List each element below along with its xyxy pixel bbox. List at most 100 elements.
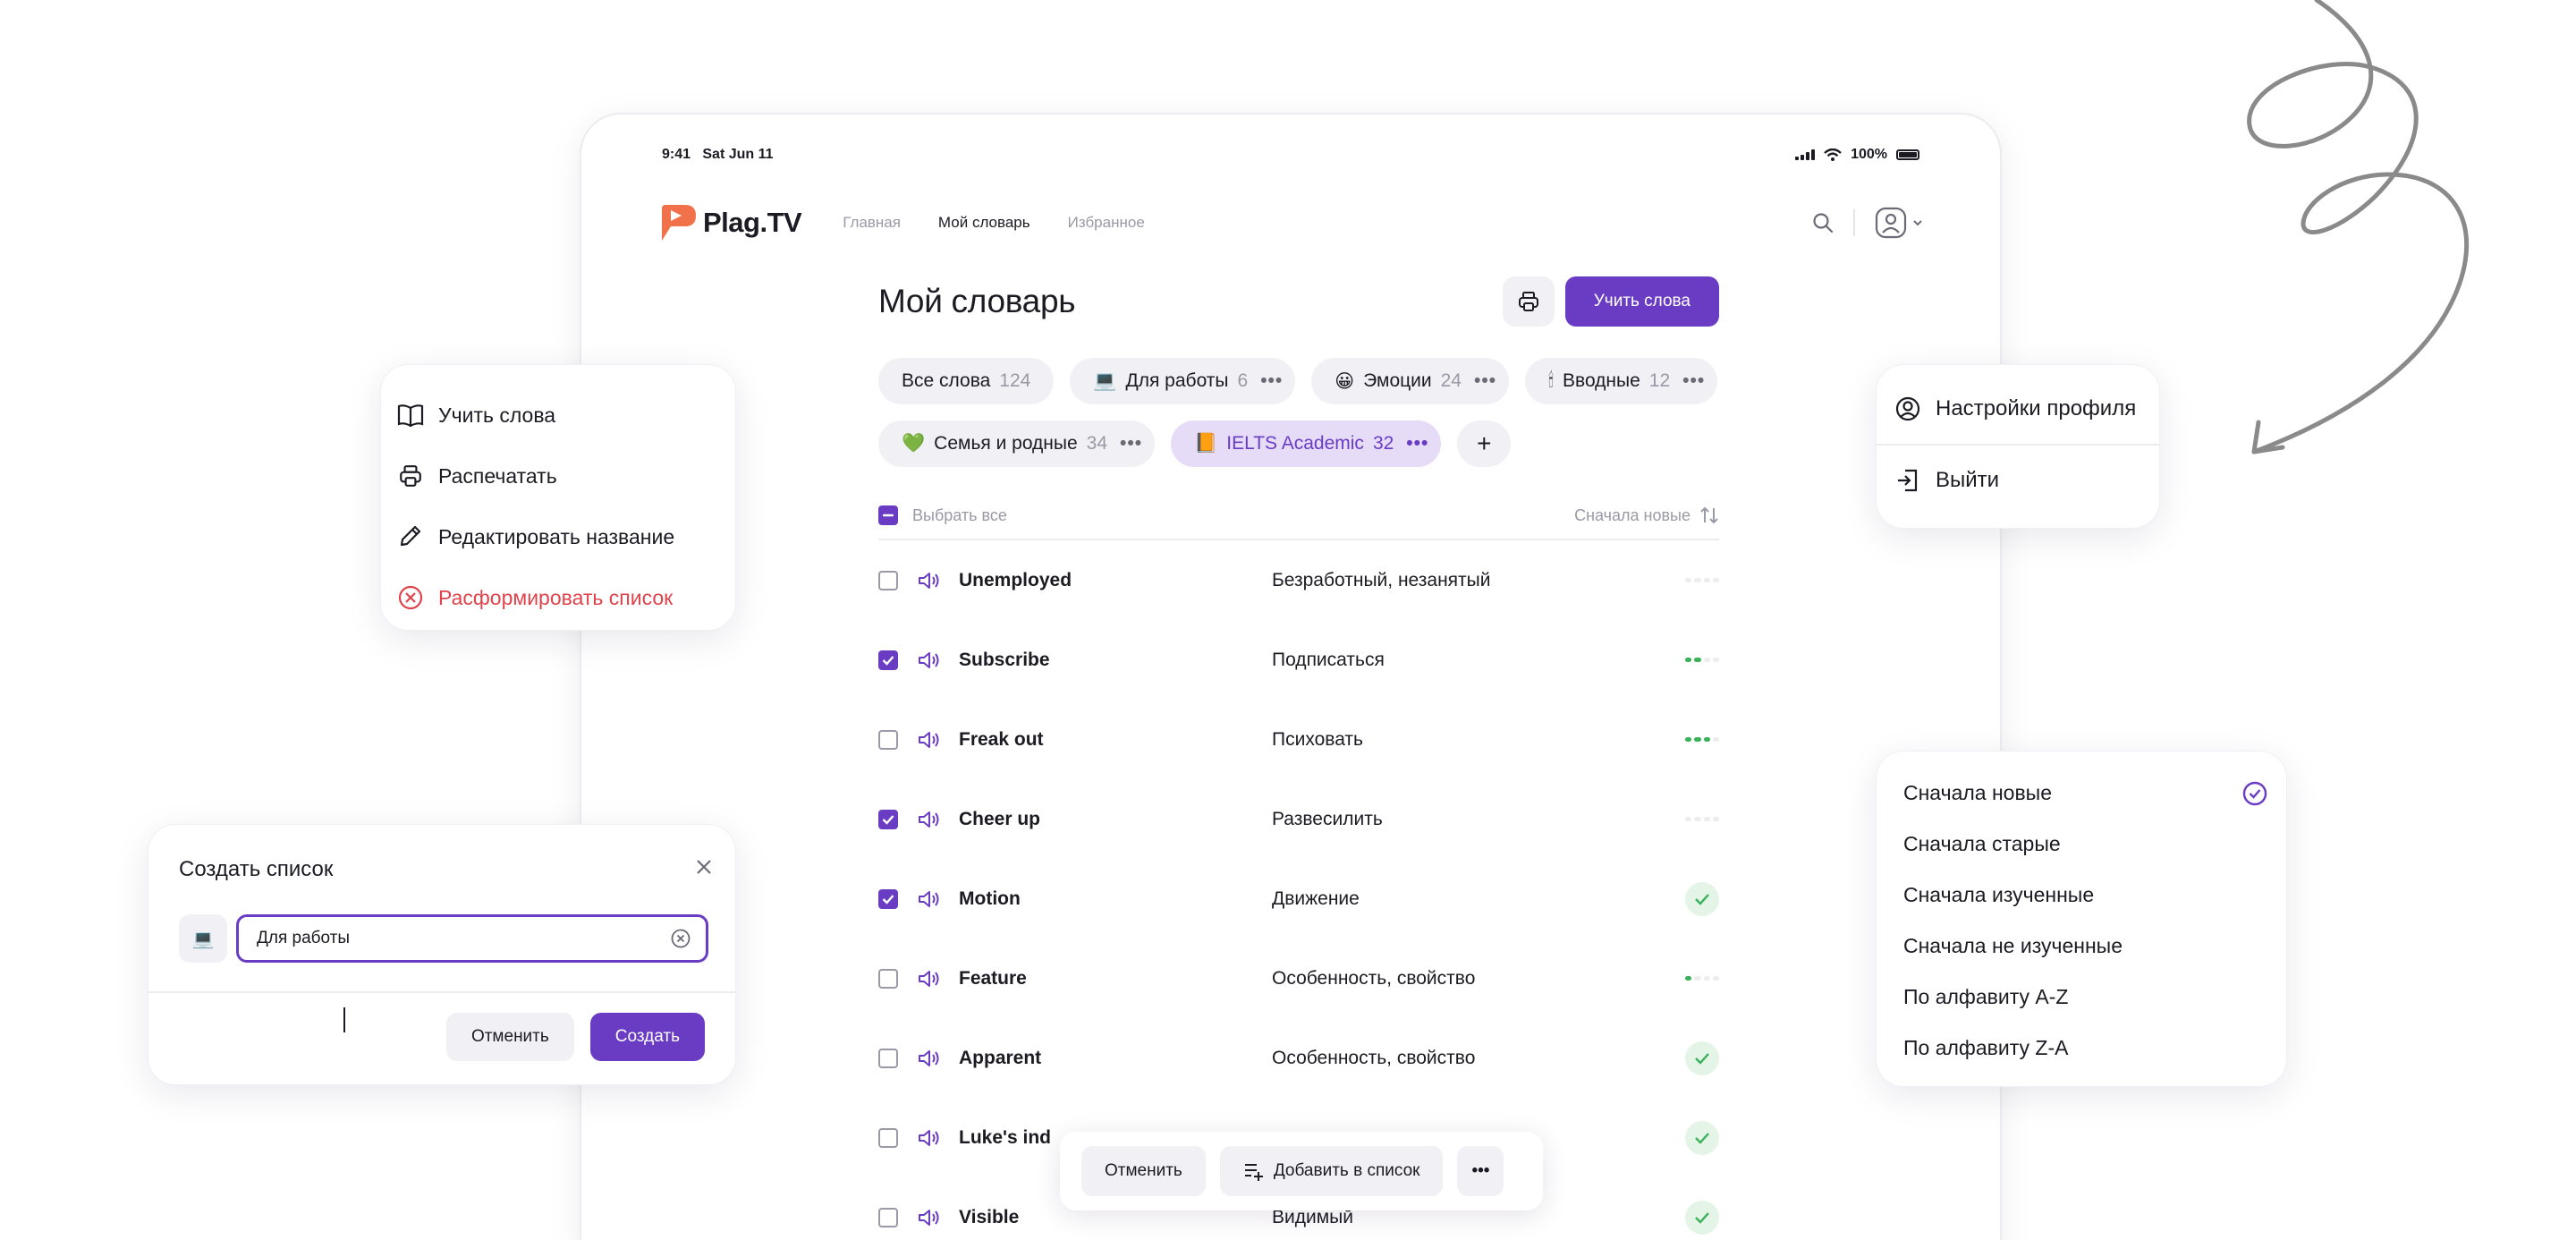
speaker-icon[interactable] [916,1127,943,1149]
wifi-icon [1824,149,1842,161]
learned-check-icon [1685,1120,1719,1155]
word-checkbox[interactable] [878,1207,898,1227]
more-icon[interactable]: ••• [1406,433,1428,454]
speaker-icon[interactable] [916,809,943,830]
chip-family[interactable]: 💚 Семья и родные 34 ••• [878,420,1156,467]
word-checkbox[interactable] [878,1048,898,1068]
menu-rename[interactable]: Редактировать название [395,506,721,567]
profile-button[interactable] [1875,207,1923,239]
search-icon[interactable] [1812,212,1834,234]
sort-option[interactable]: По алфавиту Z-A [1894,1023,2268,1074]
check-icon [882,894,894,905]
word-translation: Психовать [1272,728,1363,750]
menu-print[interactable]: Распечатать [395,446,721,506]
word-translation: Особенность, свойство [1272,967,1476,989]
word-row[interactable]: Apparent Особенность, свойство [878,1018,1719,1098]
word-row[interactable]: Subscribe Подписаться [878,620,1719,700]
more-icon[interactable]: ••• [1120,433,1142,454]
word-row[interactable]: Unemployed Безработный, незанятый [878,540,1719,620]
dialog-create-button[interactable]: Создать [589,1013,705,1061]
sort-label: Сначала новые [1574,505,1690,524]
menu-logout[interactable]: Выйти [1877,446,2159,515]
minus-icon [883,514,894,517]
speaker-icon[interactable] [916,570,943,591]
more-icon[interactable]: ••• [1682,370,1705,392]
nav-favorites[interactable]: Избранное [1068,214,1145,232]
sort-button[interactable]: Сначала новые [1574,505,1719,525]
more-icon[interactable]: ••• [1474,370,1496,392]
add-to-list-label: Добавить в список [1273,1161,1420,1180]
word-row[interactable]: Freak out Психовать [878,700,1719,779]
sort-option[interactable]: Сначала изученные [1894,870,2268,921]
chip-emoji: 💚 [902,433,926,454]
menu-learn-words[interactable]: Учить слова [395,385,721,446]
check-circle-icon [2242,781,2267,805]
sort-option[interactable]: Сначала не изученные [1894,921,2268,972]
learned-check-icon [1685,1040,1719,1075]
chip-work[interactable]: 💻 Для работы 6 ••• [1070,358,1296,404]
main-nav: Главная Мой словарь Избранное [843,214,1145,232]
emoji-picker-button[interactable]: 💻 [179,914,227,963]
word-english: Subscribe [959,649,1050,670]
word-checkbox[interactable] [878,809,898,829]
menu-label: Выйти [1936,468,2000,492]
print-button[interactable] [1502,276,1555,327]
sort-option[interactable]: Сначала старые [1894,819,2268,870]
bulk-cancel-button[interactable]: Отменить [1081,1146,1206,1196]
word-english: Cheer up [959,808,1041,829]
chip-emoji: 📙 [1194,433,1218,454]
speaker-icon[interactable] [916,1048,943,1069]
word-translation: Движение [1272,888,1360,909]
more-icon: ••• [1471,1161,1490,1180]
chip-label: Эмоции [1363,370,1432,391]
chip-ielts[interactable]: 📙 IELTS Academic 32 ••• [1171,420,1442,467]
sort-option[interactable]: Сначала новые [1894,768,2268,819]
sort-option[interactable]: По алфавиту A-Z [1894,972,2268,1023]
nav-my-dictionary[interactable]: Мой словарь [938,214,1030,232]
chip-count: 32 [1372,433,1394,454]
add-to-list-button[interactable]: Добавить в список [1219,1146,1444,1196]
list-name-input[interactable]: Для работы [236,914,708,963]
menu-profile-settings[interactable]: Настройки профиля [1877,374,2159,444]
word-checkbox[interactable] [878,888,898,909]
speaker-icon[interactable] [916,888,943,910]
learn-words-button[interactable]: Учить слова [1564,276,1719,327]
progress-indicator [1685,658,1719,662]
close-icon[interactable] [694,857,714,877]
menu-label: Настройки профиля [1936,396,2137,420]
menu-disband[interactable]: Расформировать список [395,567,721,628]
logo[interactable]: Plag.TV [658,203,802,242]
nav-home[interactable]: Главная [843,214,901,232]
select-all-checkbox[interactable] [878,505,898,525]
word-row[interactable]: Cheer up Развесилить [878,779,1719,859]
word-checkbox[interactable] [878,968,898,989]
battery-percent: 100% [1851,147,1887,162]
speaker-icon[interactable] [916,650,943,671]
chip-all-words[interactable]: Все слова 124 [878,358,1055,404]
speaker-icon[interactable] [916,729,943,751]
word-english: Feature [959,967,1027,989]
chevron-down-icon [1913,220,1922,226]
more-icon[interactable]: ••• [1260,370,1283,392]
dialog-cancel-button[interactable]: Отменить [445,1013,574,1061]
word-row[interactable]: Feature Особенность, свойство [878,938,1719,1018]
chip-intro[interactable]: 🕯 Вводные 12 ••• [1525,358,1718,404]
dictionary-main: Мой словарь Учить слова Все слова 124 💻 … [878,276,1719,1240]
clear-icon[interactable] [670,928,691,949]
select-all-label[interactable]: Выбрать все [912,506,1007,525]
text-cursor [343,1007,345,1032]
more-actions-button[interactable]: ••• [1457,1146,1504,1196]
word-checkbox[interactable] [878,650,898,670]
sort-option-label: Сначала новые [1903,781,2053,804]
speaker-icon[interactable] [916,1207,943,1228]
add-list-button[interactable]: + [1457,420,1512,467]
speaker-icon[interactable] [916,968,943,989]
word-checkbox[interactable] [878,570,898,590]
learned-check-icon [1685,1200,1719,1235]
word-checkbox[interactable] [878,729,898,750]
word-row[interactable]: Motion Движение [878,859,1719,938]
chip-emotions[interactable]: 😀 Эмоции 24 ••• [1311,358,1510,404]
dialog-title: Создать список [179,857,334,881]
word-checkbox[interactable] [878,1127,898,1148]
list-name-value: Для работы [257,929,351,947]
